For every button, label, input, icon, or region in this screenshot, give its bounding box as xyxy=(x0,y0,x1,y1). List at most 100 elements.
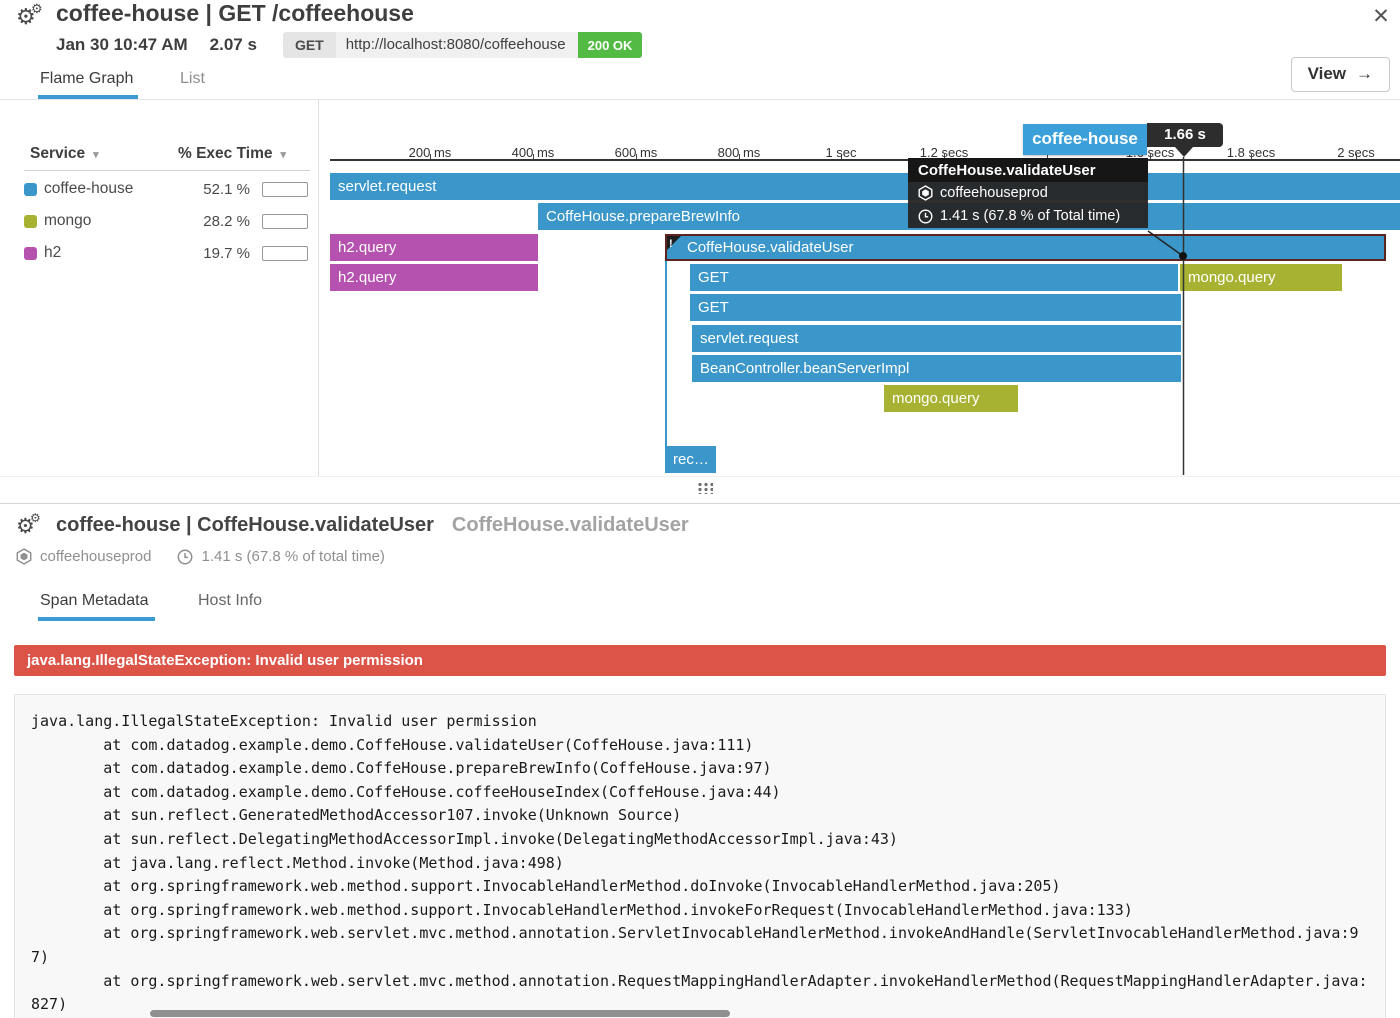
span-resource: CoffeHouse.validateUser xyxy=(452,514,689,537)
service-row-h2[interactable]: h2 19.7 % xyxy=(24,244,310,266)
axis-tick-label: 400 ms xyxy=(512,145,555,160)
hover-time-badge: 1.66 s xyxy=(1147,123,1223,147)
axis-tick-label: 1 sec xyxy=(825,145,856,160)
span-title-row: coffee-house | CoffeHouse.validateUser C… xyxy=(56,514,689,537)
flame-span-label: BeanController.beanServerImpl xyxy=(700,360,909,377)
flame-span-beancontroller-beanserverimpl[interactable]: BeanController.beanServerImpl xyxy=(692,355,1181,382)
tooltip-span-name: CoffeHouse.validateUser xyxy=(908,158,1148,182)
horizontal-scrollbar-thumb[interactable] xyxy=(150,1010,730,1017)
flame-span-label: rec… xyxy=(673,451,709,468)
flame-span-label: GET xyxy=(698,269,729,286)
flame-span-get[interactable]: GET xyxy=(690,294,1181,321)
error-exclamation-icon: ! xyxy=(669,234,673,256)
flame-span-servlet-request[interactable]: servlet.request xyxy=(692,325,1181,352)
tab-list[interactable]: List xyxy=(180,70,205,88)
flame-span-label: CoffeHouse.prepareBrewInfo xyxy=(546,208,740,225)
chevron-down-icon: ▾ xyxy=(281,149,287,161)
trace-duration: 2.07 s xyxy=(210,35,257,55)
hover-badge-pointer xyxy=(1175,147,1193,157)
page-title: coffee-house | GET /coffeehouse xyxy=(56,0,414,27)
service-gears-icon: ⚙ ⚙ xyxy=(16,6,50,32)
span-detail-panel: ⚙ ⚙ coffee-house | CoffeHouse.validateUs… xyxy=(0,504,1400,1018)
flame-span-label: mongo.query xyxy=(1188,269,1276,286)
axis-tick-label: 1.8 secs xyxy=(1227,145,1275,160)
stack-trace: java.lang.IllegalStateException: Invalid… xyxy=(31,710,1369,1017)
service-legend: Service▾ % Exec Time▾ coffee-house 52.1 %… xyxy=(0,100,318,478)
flame-graph: 200 ms400 ms600 ms800 ms1 sec1.2 secs1.6… xyxy=(330,100,1400,478)
column-header-service[interactable]: Service▾ xyxy=(30,145,99,163)
hexagon-env-icon xyxy=(16,548,32,565)
chevron-down-icon: ▾ xyxy=(93,149,99,161)
request-url: http://localhost:8080/coffeehouse xyxy=(336,32,578,58)
span-title: coffee-house | CoffeHouse.validateUser xyxy=(56,514,434,537)
service-name: mongo xyxy=(44,212,91,230)
error-corner-icon xyxy=(665,234,683,252)
flame-tooltip: CoffeHouse.validateUser coffeehouseprod … xyxy=(908,158,1148,228)
flame-span-label: h2.query xyxy=(338,269,396,286)
service-exec-bar xyxy=(262,182,308,197)
flame-span-rec-[interactable]: rec… xyxy=(665,446,716,473)
flame-span-label: h2.query xyxy=(338,239,396,256)
trace-panel: ✕ ⚙ ⚙ coffee-house | GET /coffeehouse Ja… xyxy=(0,0,1400,478)
span-env: coffeehouseprod xyxy=(40,548,151,565)
service-name: coffee-house xyxy=(44,180,133,198)
trace-timestamp: Jan 30 10:47 AM xyxy=(56,35,188,55)
tooltip-time-row: 1.41 s (67.8 % of Total time) xyxy=(908,205,1148,228)
flame-span-get[interactable]: GET xyxy=(690,264,1178,291)
hover-service-chip: coffee-house xyxy=(1023,124,1147,155)
divider xyxy=(318,100,319,478)
flame-span-label: CoffeHouse.validateUser xyxy=(687,239,853,256)
service-exec-bar xyxy=(262,214,308,229)
axis-tick-label: 200 ms xyxy=(409,145,452,160)
span-guide-line xyxy=(665,261,667,447)
clock-icon xyxy=(177,549,193,565)
span-info-row: coffeehouseprod 1.41 s (67.8 % of total … xyxy=(16,548,385,565)
flame-span-label: mongo.query xyxy=(892,390,980,407)
gear-icon-small: ⚙ xyxy=(31,2,43,15)
arrow-right-icon: → xyxy=(1356,64,1373,83)
tab-span-metadata[interactable]: Span Metadata xyxy=(40,592,149,610)
service-exec-pct: 52.1 % xyxy=(203,181,250,198)
column-header-exec-time[interactable]: % Exec Time▾ xyxy=(178,145,286,163)
trace-view: ✕ ⚙ ⚙ coffee-house | GET /coffeehouse Ja… xyxy=(0,0,1400,1018)
service-color-swatch xyxy=(24,215,37,228)
close-icon[interactable]: ✕ xyxy=(1368,4,1394,30)
divider xyxy=(24,170,310,171)
service-row-coffee-house[interactable]: coffee-house 52.1 % xyxy=(24,180,310,202)
stack-trace-box: java.lang.IllegalStateException: Invalid… xyxy=(14,694,1386,1018)
flame-span-h2-query[interactable]: h2.query xyxy=(330,234,538,261)
clock-icon xyxy=(918,209,933,224)
hexagon-env-icon xyxy=(918,185,933,201)
http-method-badge: GET xyxy=(283,32,336,58)
service-color-swatch xyxy=(24,247,37,260)
service-color-swatch xyxy=(24,183,37,196)
flame-span-h2-query[interactable]: h2.query xyxy=(330,264,538,291)
flame-span-coffehouse-validateuser[interactable]: CoffeHouse.validateUser! xyxy=(665,234,1386,261)
flame-span-mongo-query[interactable]: mongo.query xyxy=(884,385,1018,412)
status-badge: 200 OK xyxy=(578,32,643,58)
span-exec-time: 1.41 s (67.8 % of total time) xyxy=(201,548,384,565)
view-button[interactable]: View→ xyxy=(1291,57,1390,92)
flame-span-label: GET xyxy=(698,299,729,316)
tooltip-env-row: coffeehouseprod xyxy=(908,182,1148,205)
flame-span-label: servlet.request xyxy=(700,330,798,347)
axis-tick-label: 800 ms xyxy=(718,145,761,160)
drag-handle-icon[interactable] xyxy=(697,482,713,494)
gear-icon-small: ⚙ xyxy=(30,512,41,525)
axis-tick-label: 600 ms xyxy=(615,145,658,160)
service-name: h2 xyxy=(44,244,61,262)
service-exec-pct: 19.7 % xyxy=(203,245,250,262)
tab-span-metadata-underline xyxy=(38,617,155,621)
flame-span-servlet-request[interactable]: servlet.request xyxy=(330,173,1400,200)
service-gears-icon: ⚙ ⚙ xyxy=(16,516,50,542)
tab-flame-graph[interactable]: Flame Graph xyxy=(40,70,133,88)
service-exec-pct: 28.2 % xyxy=(203,213,250,230)
flame-span-mongo-query[interactable]: mongo.query xyxy=(1180,264,1342,291)
service-exec-bar xyxy=(262,246,308,261)
service-row-mongo[interactable]: mongo 28.2 % xyxy=(24,212,310,234)
axis-tick-label: 2 secs xyxy=(1337,145,1375,160)
trace-meta-row: Jan 30 10:47 AM 2.07 s GET http://localh… xyxy=(56,32,642,58)
error-banner: java.lang.IllegalStateException: Invalid… xyxy=(14,645,1386,676)
flame-span-label: servlet.request xyxy=(338,178,436,195)
tab-host-info[interactable]: Host Info xyxy=(198,592,262,610)
